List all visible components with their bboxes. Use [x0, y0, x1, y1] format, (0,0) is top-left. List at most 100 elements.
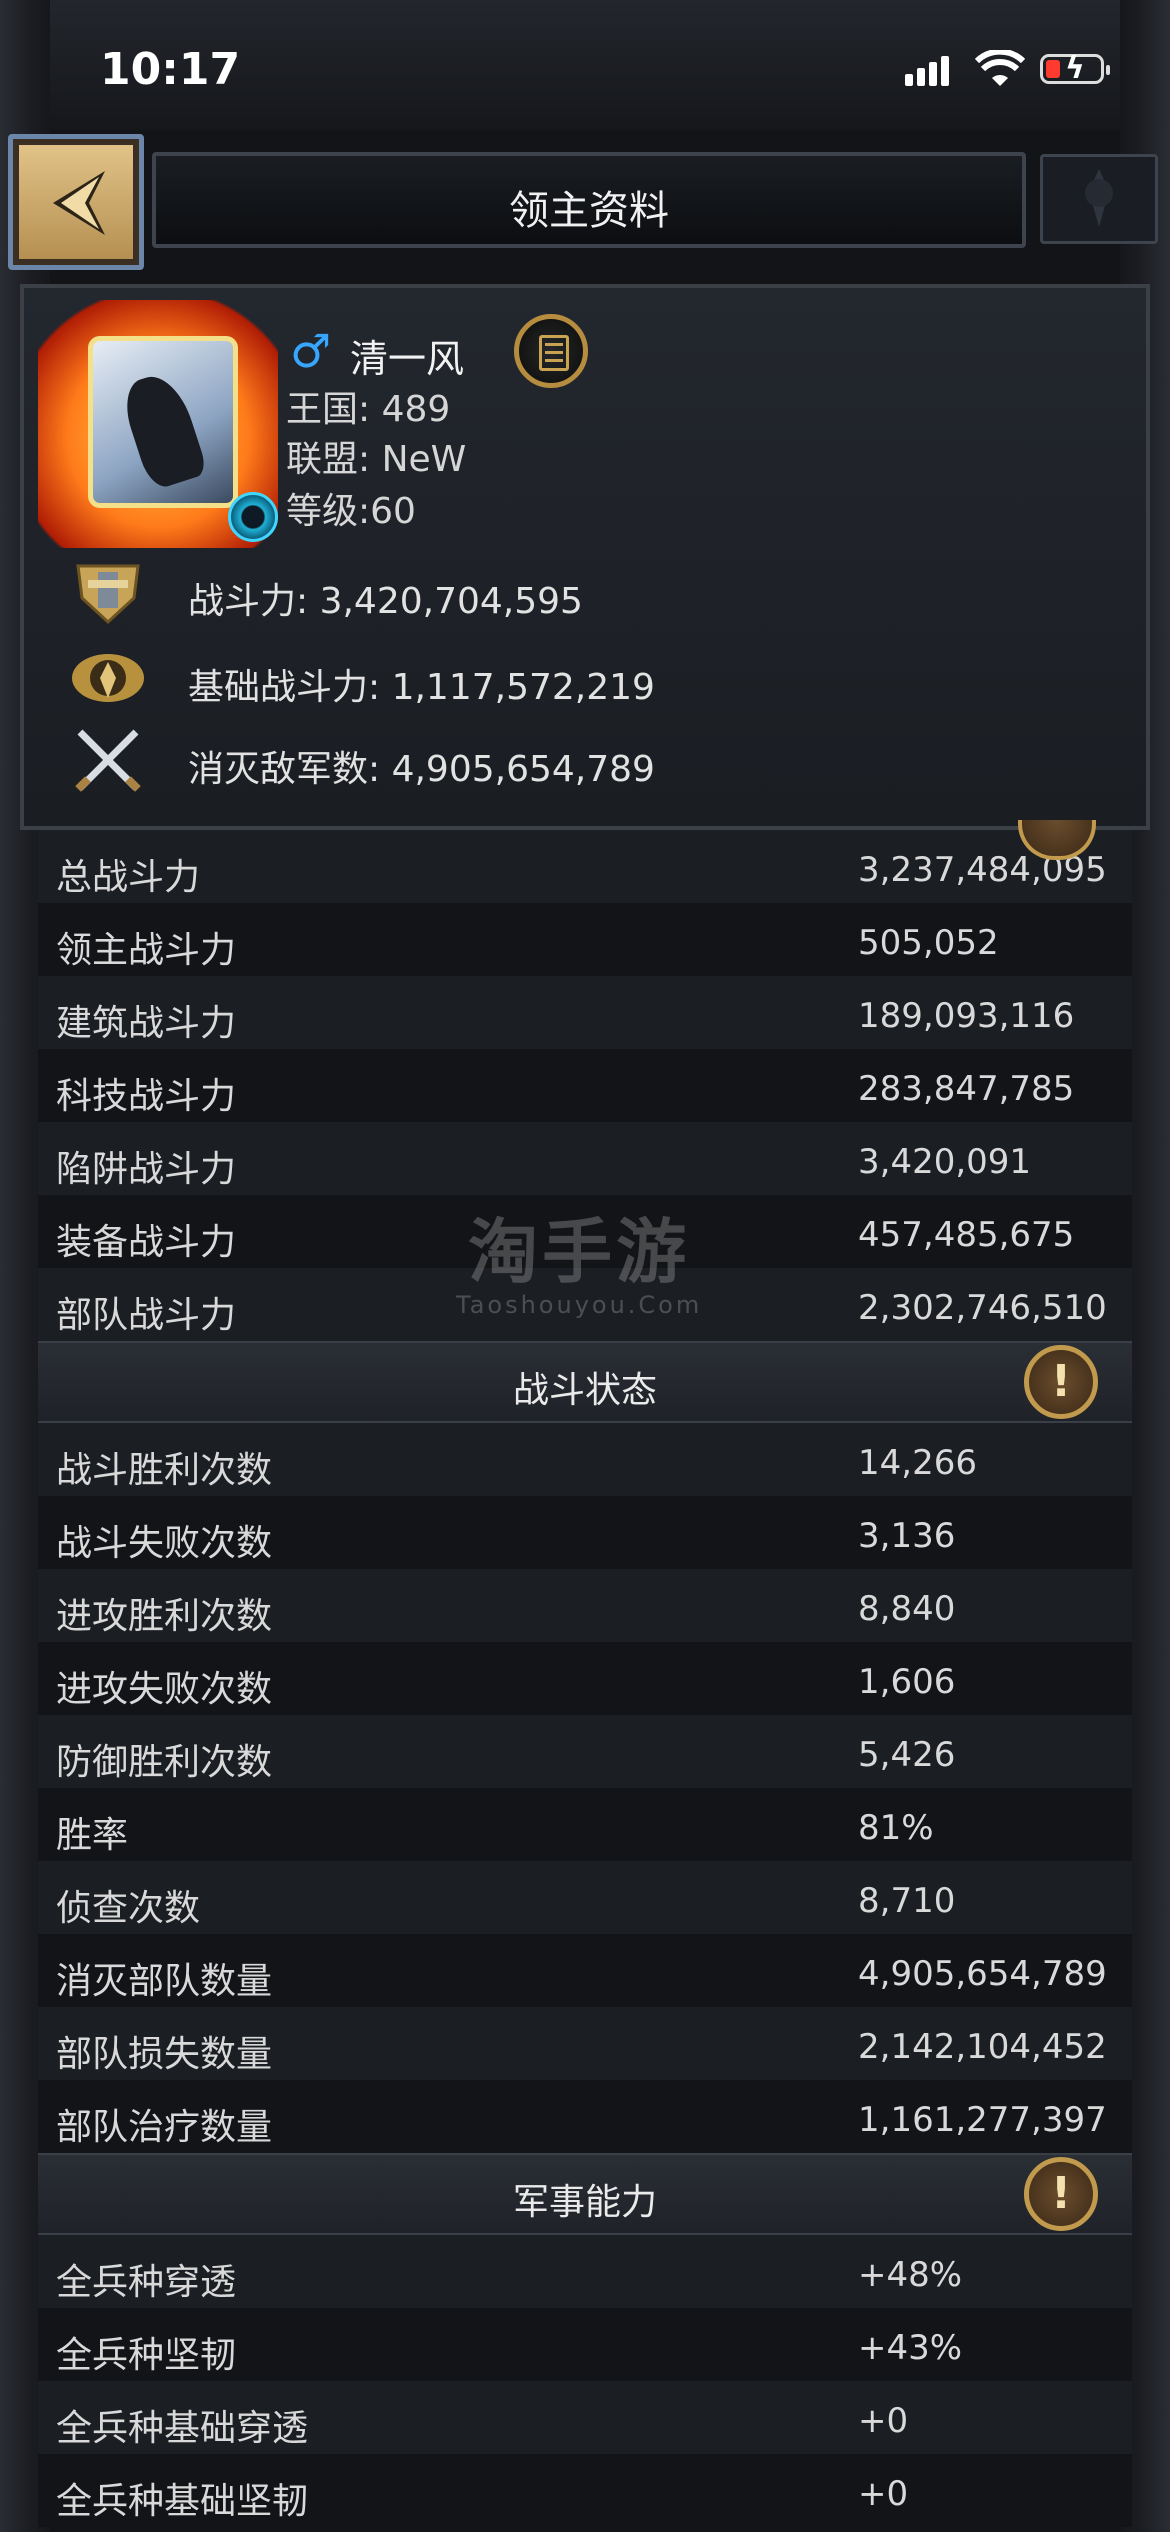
table-row: 侦查次数 8,710: [38, 1861, 1132, 1934]
exclamation-icon: !: [1050, 1356, 1072, 1407]
military-section: 全兵种穿透 +48% 全兵种坚韧 +43% 全兵种基础穿透 +0 全兵种基础坚韧 +0: [38, 2235, 1132, 2527]
row-value: +48%: [858, 2255, 963, 2295]
battle-section: 战斗胜利次数 14,266 战斗失败次数 3,136 进攻胜利次数 8,840 进攻失…: [38, 1423, 1132, 2153]
row-value: 5,426: [858, 1735, 956, 1775]
row-label: 消灭部队数量: [56, 1961, 273, 2002]
row-label: 部队治疗数量: [56, 2107, 273, 2148]
back-button[interactable]: [8, 134, 144, 270]
row-label: 战斗失败次数: [56, 1523, 273, 1564]
portrait-image: [88, 336, 238, 508]
row-label: 进攻胜利次数: [56, 1596, 273, 1637]
row-value: 457,485,675: [858, 1215, 1075, 1255]
male-icon: ♂: [290, 324, 332, 378]
row-value: 505,052: [858, 923, 999, 963]
status-time: 10:17: [100, 44, 241, 95]
kingdom-line: 王国: 489: [286, 380, 450, 432]
table-row: 防御胜利次数 5,426: [38, 1715, 1132, 1788]
row-value: 3,420,091: [858, 1142, 1032, 1182]
table-row: 部队损失数量 2,142,104,452: [38, 2007, 1132, 2080]
row-label: 胜率: [56, 1815, 129, 1856]
row-value: 1,161,277,397: [858, 2100, 1107, 2140]
row-value: 189,093,116: [858, 996, 1075, 1036]
exclamation-icon: !: [1050, 2168, 1072, 2219]
military-ability-header: 军事能力 !: [38, 2153, 1132, 2235]
row-value: 3,136: [858, 1516, 956, 1556]
row-label: 部队损失数量: [56, 2034, 273, 2075]
table-row: 科技战斗力 283,847,785: [38, 1049, 1132, 1122]
row-label: 部队战斗力: [56, 1295, 237, 1336]
wifi-icon: [974, 48, 1026, 92]
row-value: 8,840: [858, 1589, 956, 1629]
kingdom-label: 王国:: [286, 389, 371, 430]
row-label: 总战斗力: [56, 857, 201, 898]
table-row: 领主战斗力 505,052: [38, 903, 1132, 976]
lord-name: 清一风: [350, 337, 465, 381]
emblem-icon: [1040, 154, 1158, 244]
power-stat: 战斗力: 3,420,704,595: [68, 558, 868, 628]
row-label: 侦查次数: [56, 1888, 201, 1929]
row-value: 4,905,654,789: [858, 1954, 1107, 1994]
table-row: 胜率 81%: [38, 1788, 1132, 1861]
row-value: 14,266: [858, 1443, 977, 1483]
table-row: 消灭部队数量 4,905,654,789: [38, 1934, 1132, 2007]
row-label: 全兵种坚韧: [56, 2335, 237, 2376]
row-value: 2,142,104,452: [858, 2027, 1107, 2067]
row-value: 2,302,746,510: [858, 1288, 1107, 1328]
table-row: 全兵种坚韧 +43%: [38, 2308, 1132, 2381]
section-title: 战斗状态: [512, 1370, 657, 1411]
title-bar: 领主资料: [0, 128, 1170, 276]
alliance-label: 联盟:: [286, 439, 371, 480]
base-power-stat: 基础战斗力: 1,117,572,219: [68, 644, 868, 714]
lord-profile-card: ♂ 清一风 王国: 489 联盟: NeW 等级:60 战斗力: 3,420,7…: [20, 284, 1150, 830]
watermark-url: Taoshouyou.Com: [456, 1291, 703, 1319]
battery-icon: ϟ: [1040, 51, 1110, 86]
row-label: 全兵种基础坚韧: [56, 2481, 309, 2522]
table-row: 总战斗力 3,237,484,095: [38, 830, 1132, 903]
row-value: +43%: [858, 2328, 963, 2368]
table-row: 全兵种基础坚韧 +0: [38, 2454, 1132, 2527]
row-label: 防御胜利次数: [56, 1742, 273, 1783]
winged-helmet-icon: [68, 644, 148, 714]
alliance-line: 联盟: NeW: [286, 430, 466, 482]
row-label: 科技战斗力: [56, 1076, 237, 1117]
row-value: 283,847,785: [858, 1069, 1075, 1109]
crossed-swords-icon: [68, 726, 148, 796]
kingdom-value: 489: [381, 389, 451, 430]
base-power-stat-text: 基础战斗力: 1,117,572,219: [188, 667, 655, 708]
shield-crest-icon: [68, 558, 148, 628]
table-row: 全兵种穿透 +48%: [38, 2235, 1132, 2308]
kills-stat: 消灭敌军数: 4,905,654,789: [68, 726, 868, 796]
table-row: 部队治疗数量 1,161,277,397: [38, 2080, 1132, 2153]
row-value: +0: [858, 2401, 909, 2441]
power-stat-text: 战斗力: 3,420,704,595: [188, 581, 583, 622]
row-label: 装备战斗力: [56, 1222, 237, 1263]
table-row: 建筑战斗力 189,093,116: [38, 976, 1132, 1049]
row-value: 8,710: [858, 1881, 956, 1921]
avatar[interactable]: [38, 300, 278, 548]
row-label: 陷阱战斗力: [56, 1149, 237, 1190]
cellular-signal-icon: [905, 56, 953, 86]
table-row: 战斗失败次数 3,136: [38, 1496, 1132, 1569]
refresh-badge-icon[interactable]: [228, 492, 278, 542]
watermark: 淘手游 Taoshouyou.Com: [456, 1196, 702, 1319]
row-label: 领主战斗力: [56, 930, 237, 971]
row-label: 全兵种穿透: [56, 2262, 237, 2303]
details-button[interactable]: [514, 314, 588, 388]
row-value: 1,606: [858, 1662, 956, 1702]
back-arrow-icon: [53, 171, 105, 235]
table-row: 全兵种基础穿透 +0: [38, 2381, 1132, 2454]
title-plate: 领主资料: [152, 152, 1026, 248]
military-info-button[interactable]: !: [1024, 2157, 1098, 2231]
document-icon: [539, 335, 569, 371]
page-title: 领主资料: [509, 188, 669, 234]
stats-list[interactable]: 总战斗力 3,237,484,095 领主战斗力 505,052 建筑战斗力 189,…: [38, 830, 1132, 2527]
row-label: 战斗胜利次数: [56, 1450, 273, 1491]
table-row: 战斗胜利次数 14,266: [38, 1423, 1132, 1496]
kills-stat-text: 消灭敌军数: 4,905,654,789: [188, 749, 655, 790]
section-title: 军事能力: [512, 2182, 657, 2223]
watermark-logo: 淘手游: [468, 1211, 691, 1293]
battle-info-button[interactable]: !: [1024, 1345, 1098, 1419]
table-row: 进攻失败次数 1,606: [38, 1642, 1132, 1715]
alliance-value: NeW: [381, 439, 467, 480]
status-bar: 10:17 ϟ: [0, 0, 1170, 130]
